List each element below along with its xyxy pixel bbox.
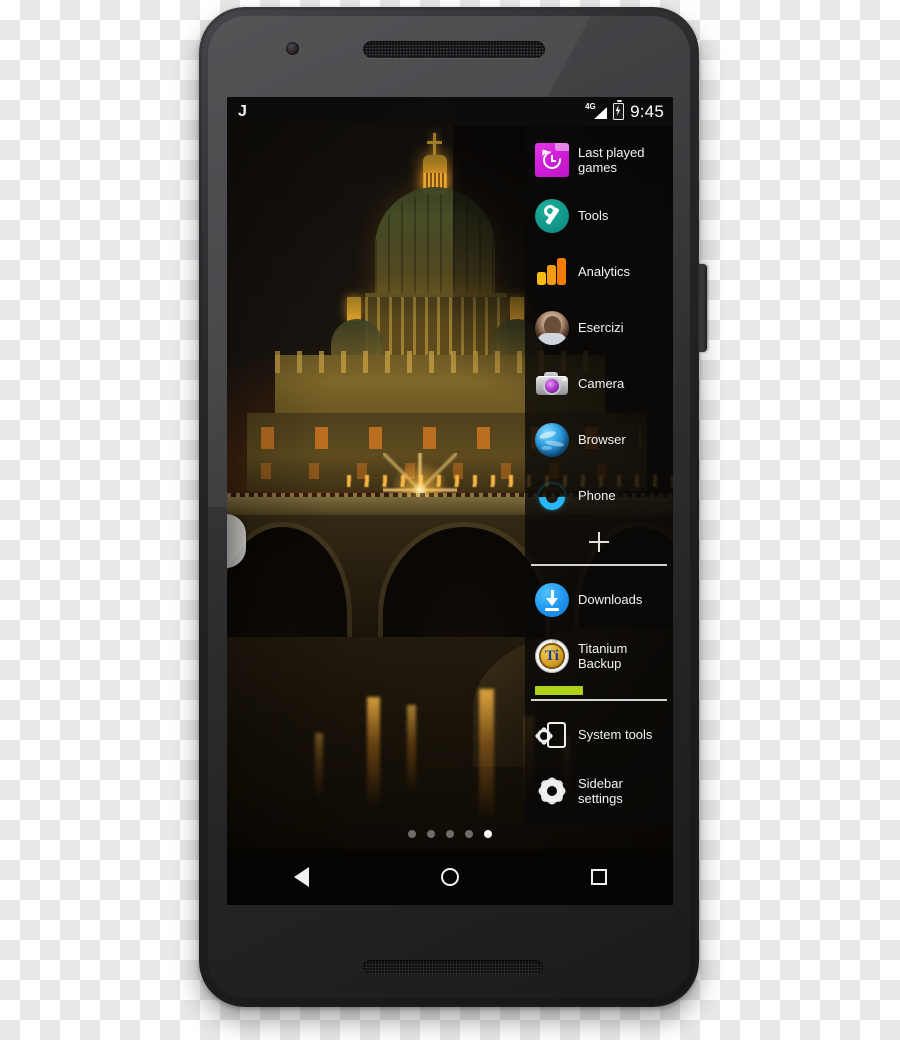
- sidebar-divider-top: [531, 564, 667, 566]
- back-triangle-icon: [293, 867, 309, 887]
- page-dot[interactable]: [446, 830, 454, 838]
- camera-icon: [535, 367, 569, 401]
- phone-screen: J 4G 9:45 Last played games Tools Analyt…: [227, 97, 673, 905]
- camera-lens: [545, 379, 559, 393]
- sidebar-item-sidebar-settings[interactable]: Sidebar settings: [525, 763, 673, 819]
- sidebar-item-tools[interactable]: Tools: [525, 188, 673, 244]
- handset-glyph: [533, 478, 571, 516]
- browser-globe-icon: [535, 423, 569, 457]
- page-dot-active[interactable]: [484, 830, 492, 838]
- globe-meridian: [541, 446, 552, 450]
- sidebar-item-system-tools[interactable]: System tools: [525, 707, 673, 763]
- sidebar-item-camera[interactable]: Camera: [525, 356, 673, 412]
- gear-glyph: [540, 779, 564, 803]
- sidebar-item-label: Titanium Backup: [578, 640, 628, 671]
- page-dot[interactable]: [465, 830, 473, 838]
- analytics-bars-icon: [535, 255, 569, 289]
- signal-bars-glyph: [594, 107, 608, 119]
- gear-icon: [535, 774, 569, 808]
- status-bar-clock: 9:45: [630, 101, 664, 121]
- sidebar-item-label: Analytics: [578, 264, 631, 280]
- battery-charging-icon: [613, 100, 625, 120]
- small-gear: [537, 729, 551, 743]
- sidebar-item-label: Tools: [578, 208, 609, 224]
- phone-handset-icon: [533, 478, 571, 516]
- system-tools-icon: [535, 718, 569, 752]
- titanium-letter: Ti: [545, 647, 559, 664]
- sidebar-item-label: Sidebar settings: [578, 775, 623, 806]
- navigation-bar: [227, 849, 673, 905]
- sidebar-item-label: Browser: [578, 432, 626, 448]
- sidebar-item-titanium-backup[interactable]: Ti Titanium Backup: [525, 628, 673, 684]
- sidebar-item-label: Downloads: [578, 592, 643, 608]
- page-dot[interactable]: [427, 830, 435, 838]
- add-shortcut-button[interactable]: [525, 524, 673, 560]
- analytics-bar-large: [557, 258, 566, 285]
- sidebar-item-esercizi[interactable]: Esercizi: [525, 300, 673, 356]
- downloads-icon: [535, 583, 569, 617]
- analytics-bar-small: [537, 272, 546, 285]
- nav-recents-button[interactable]: [571, 849, 627, 905]
- progress-track: [535, 686, 667, 695]
- sidebar-item-label: System tools: [578, 727, 653, 743]
- status-bar[interactable]: J 4G 9:45: [227, 97, 673, 126]
- sidebar-item-label: Last played games: [578, 144, 645, 175]
- sidebar-panel: Last played games Tools Analytics Eserci…: [525, 126, 673, 826]
- globe-meridian: [538, 429, 557, 441]
- avatar-shirt: [537, 333, 567, 345]
- sidebar-item-downloads[interactable]: Downloads: [525, 572, 673, 628]
- wrench-head: [541, 202, 559, 220]
- titanium-inner-disc: Ti: [539, 643, 565, 669]
- tools-wrench-icon: [535, 199, 569, 233]
- sidebar-item-label: Camera: [578, 376, 625, 392]
- analytics-bar-medium: [547, 265, 556, 285]
- sidebar-item-last-played-games[interactable]: Last played games: [525, 132, 673, 188]
- status-bar-letter: J: [238, 102, 247, 120]
- sidebar-item-phone[interactable]: Phone: [525, 468, 673, 524]
- avatar-photo-icon: [535, 311, 569, 345]
- titanium-backup-icon: Ti: [535, 639, 569, 673]
- camera-flash: [562, 378, 566, 381]
- signal-bars-icon: 4G: [585, 102, 608, 120]
- progress-fill: [535, 686, 583, 695]
- sidebar-divider-bottom: [531, 699, 667, 701]
- power-button[interactable]: [698, 264, 707, 352]
- sidebar-item-label: Phone: [578, 488, 616, 504]
- front-camera-icon: [286, 42, 299, 55]
- nav-back-button[interactable]: [273, 849, 329, 905]
- bottom-speaker: [363, 960, 543, 974]
- download-arrow-base: [545, 608, 559, 611]
- sidebar-item-browser[interactable]: Browser: [525, 412, 673, 468]
- nav-home-button[interactable]: [422, 849, 478, 905]
- status-bar-right-group: 4G 9:45: [585, 100, 664, 122]
- plus-icon: [589, 532, 609, 552]
- download-arrow-head: [546, 598, 558, 606]
- clock-hand-horizontal: [551, 160, 556, 163]
- sidebar-item-label: Esercizi: [578, 320, 624, 336]
- home-circle-icon: [440, 868, 459, 886]
- page-dot[interactable]: [408, 830, 416, 838]
- battery-bolt-glyph: [615, 105, 621, 116]
- earpiece-speaker: [363, 41, 545, 58]
- memory-progress-bar: [535, 686, 667, 695]
- last-played-games-icon: [535, 143, 569, 177]
- folder-tab: [555, 143, 569, 151]
- page-indicator-dots: [227, 830, 673, 838]
- recents-square-icon: [590, 869, 607, 885]
- network-type-label: 4G: [585, 102, 596, 111]
- sidebar-item-analytics[interactable]: Analytics: [525, 244, 673, 300]
